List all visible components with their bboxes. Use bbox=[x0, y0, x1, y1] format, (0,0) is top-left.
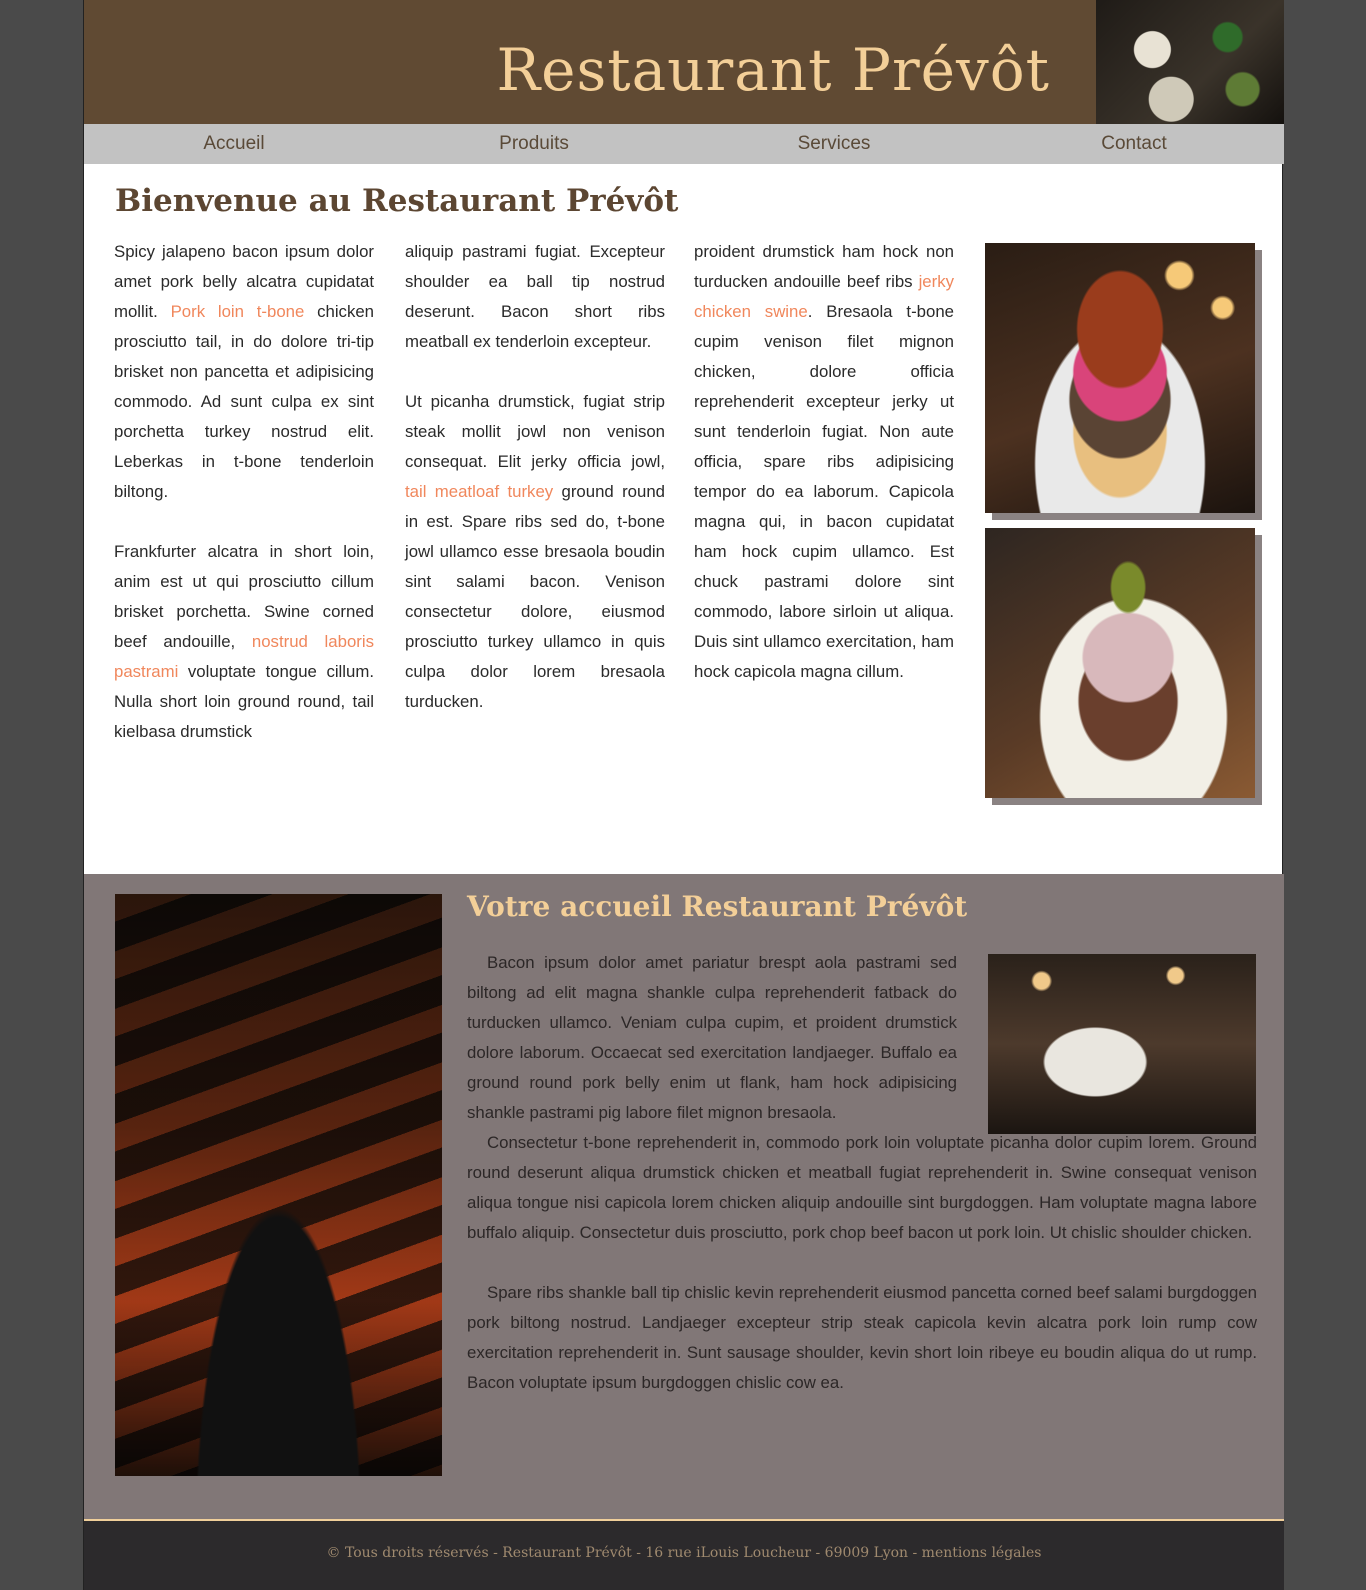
main-nav: Accueil Produits Services Contact bbox=[84, 124, 1284, 164]
cake-photo bbox=[985, 528, 1255, 798]
text: Ut picanha drumstick, fugiat strip steak… bbox=[405, 392, 665, 471]
paragraph: Consectetur t-bone reprehenderit in, com… bbox=[467, 1133, 1257, 1242]
paragraph: Frankfurter alcatra in short loin, anim … bbox=[114, 537, 374, 747]
inline-link[interactable]: tail meatloaf turkey bbox=[405, 482, 553, 501]
paragraph: Spicy jalapeno bacon ipsum dolor amet po… bbox=[114, 237, 374, 507]
header-food-photo bbox=[1096, 0, 1284, 124]
welcome-column-1: Spicy jalapeno bacon ipsum dolor amet po… bbox=[114, 237, 374, 777]
paragraph: proident drumstick ham hock non turducke… bbox=[694, 237, 954, 687]
accueil-text: Bacon ipsum dolor amet pariatur brespt a… bbox=[467, 948, 1257, 1398]
nav-item-services[interactable]: Services bbox=[684, 124, 984, 164]
paragraph: Spare ribs shankle ball tip chislic kevi… bbox=[467, 1283, 1257, 1392]
welcome-column-2: aliquip pastrami fugiat. Excepteur shoul… bbox=[405, 237, 665, 747]
site-header: Restaurant Prévôt bbox=[84, 0, 1284, 124]
nav-item-contact[interactable]: Contact bbox=[984, 124, 1284, 164]
burger-photo bbox=[985, 243, 1255, 513]
accueil-section: Votre accueil Restaurant Prévôt Bacon ip… bbox=[84, 874, 1284, 1528]
page: Restaurant Prévôt Accueil Produits Servi… bbox=[83, 0, 1284, 1590]
paragraph: aliquip pastrami fugiat. Excepteur shoul… bbox=[405, 242, 665, 351]
paragraph: Bacon ipsum dolor amet pariatur brespt a… bbox=[467, 953, 957, 1122]
text: . Bresaola t-bone cupim venison filet mi… bbox=[694, 302, 954, 681]
inline-link[interactable]: Pork loin t-bone bbox=[171, 302, 305, 321]
restaurant-interior-photo bbox=[115, 894, 442, 1476]
nav-item-produits[interactable]: Produits bbox=[384, 124, 684, 164]
text: ground round in est. Spare ribs sed do, … bbox=[405, 482, 665, 711]
site-footer: © Tous droits réservés - Restaurant Prév… bbox=[84, 1519, 1284, 1590]
welcome-column-3: proident drumstick ham hock non turducke… bbox=[694, 237, 954, 717]
nav-item-accueil[interactable]: Accueil bbox=[84, 124, 384, 164]
footer-text: © Tous droits réservés - Restaurant Prév… bbox=[326, 1545, 1042, 1561]
site-title: Restaurant Prévôt bbox=[496, 36, 1050, 104]
text: chicken prosciutto tail, in do dolore tr… bbox=[114, 302, 375, 501]
welcome-title: Bienvenue au Restaurant Prévôt bbox=[115, 183, 679, 219]
paragraph: Ut picanha drumstick, fugiat strip steak… bbox=[405, 387, 665, 717]
text: proident drumstick ham hock non turducke… bbox=[694, 242, 954, 291]
accueil-title: Votre accueil Restaurant Prévôt bbox=[467, 890, 968, 923]
